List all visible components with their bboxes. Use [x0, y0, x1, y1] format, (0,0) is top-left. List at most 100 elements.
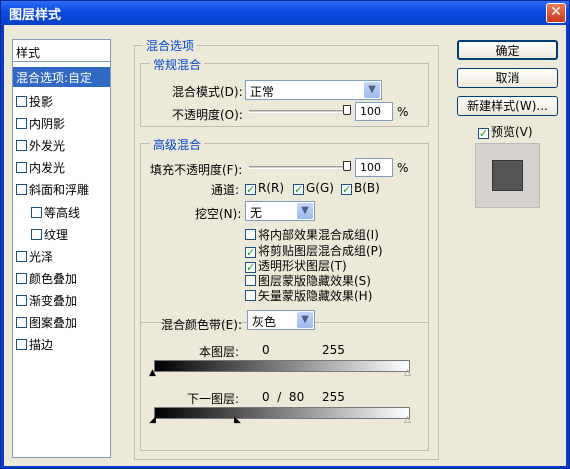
blend-if-value: 灰色 — [252, 315, 277, 329]
checkbox-icon[interactable] — [16, 251, 27, 262]
fill-opacity-slider-thumb[interactable] — [343, 161, 351, 171]
list-item-label: 混合选项:自定 — [16, 71, 93, 85]
advanced-option[interactable]: 将内部效果混合成组(I) — [245, 226, 379, 243]
list-item-label: 外发光 — [29, 139, 66, 153]
chevron-down-icon[interactable]: ▼ — [297, 312, 313, 328]
opacity-label: 不透明度(O): — [172, 108, 243, 122]
list-item[interactable]: 内阴影 — [13, 113, 110, 133]
checkbox-icon[interactable] — [31, 229, 42, 240]
dialog-body: 样式 混合选项:自定投影内阴影外发光内发光斜面和浮雕等高线纹理光泽颜色叠加渐变叠… — [4, 25, 566, 466]
checkbox-icon[interactable] — [16, 184, 27, 195]
fill-opacity-label: 填充不透明度(F): — [150, 163, 243, 177]
checkbox-icon[interactable]: ✓ — [293, 184, 304, 195]
chevron-down-icon[interactable]: ▼ — [297, 203, 313, 219]
checkbox-icon[interactable]: ✓ — [245, 184, 256, 195]
this-layer-high: 255 — [322, 343, 345, 357]
channel-g[interactable]: ✓ G(G) — [293, 181, 334, 195]
ok-button[interactable]: 确定 — [457, 40, 558, 60]
preview-thumbnail — [475, 143, 540, 208]
this-layer-black-thumb[interactable]: ▲ — [149, 368, 156, 378]
preview-label: 预览(V) — [491, 125, 533, 139]
cancel-button[interactable]: 取消 — [457, 68, 558, 88]
list-item-label: 内阴影 — [29, 117, 66, 131]
channel-g-label: G(G) — [306, 181, 334, 195]
list-item[interactable]: 混合选项:自定 — [13, 67, 110, 87]
opacity-slider-thumb[interactable] — [343, 105, 351, 115]
close-button[interactable]: ✕ — [546, 3, 566, 23]
checkbox-icon[interactable] — [31, 207, 42, 218]
list-item[interactable]: 外发光 — [13, 135, 110, 155]
list-item[interactable]: 图案叠加 — [13, 312, 110, 332]
blend-mode-value: 正常 — [250, 85, 275, 99]
list-item[interactable]: 内发光 — [13, 157, 110, 177]
styles-list-header[interactable]: 样式 — [13, 40, 110, 62]
advanced-option-label: 透明形状图层(T) — [258, 259, 347, 273]
checkbox-icon[interactable] — [16, 118, 27, 129]
checkbox-icon[interactable] — [245, 275, 256, 286]
blend-mode-label: 混合模式(D): — [172, 85, 243, 99]
styles-list: 样式 混合选项:自定投影内阴影外发光内发光斜面和浮雕等高线纹理光泽颜色叠加渐变叠… — [12, 39, 111, 458]
list-item[interactable]: 颜色叠加 — [13, 268, 110, 288]
advanced-option-label: 图层蒙版隐藏效果(S) — [258, 274, 371, 288]
advanced-option-label: 将剪贴图层混合成组(P) — [258, 244, 383, 258]
checkbox-icon[interactable] — [16, 96, 27, 107]
preview-checkbox[interactable]: ✓ 预览(V) — [478, 123, 533, 140]
advanced-blending-title: 高级混合 — [150, 136, 205, 153]
checkbox-icon[interactable]: ✓ — [341, 184, 352, 195]
advanced-option-label: 将内部效果混合成组(I) — [258, 228, 379, 242]
list-item[interactable]: 渐变叠加 — [13, 290, 110, 310]
list-item-label: 光泽 — [29, 250, 54, 264]
underlying-white-thumb[interactable]: △ — [404, 415, 411, 425]
list-item[interactable]: 投影 — [13, 91, 110, 111]
checkbox-icon[interactable] — [16, 162, 27, 173]
underlying-layer-gradient[interactable] — [154, 407, 410, 419]
knockout-value: 无 — [250, 206, 263, 220]
list-item-label: 颜色叠加 — [29, 272, 78, 286]
channel-r[interactable]: ✓ R(R) — [245, 181, 284, 195]
fill-opacity-slider[interactable] — [249, 166, 351, 169]
channel-b[interactable]: ✓ B(B) — [341, 181, 380, 195]
list-item-label: 等高线 — [44, 206, 81, 220]
close-icon[interactable]: ✕ — [550, 4, 562, 20]
this-layer-gradient[interactable] — [154, 360, 410, 372]
checkbox-icon[interactable] — [16, 339, 27, 350]
blend-if-select[interactable]: 灰色 ▼ — [247, 310, 315, 330]
channel-b-label: B(B) — [354, 181, 380, 195]
underlying-layer-label: 下一图层: — [187, 392, 240, 406]
advanced-option[interactable]: 矢量蒙版隐藏效果(H) — [245, 287, 372, 304]
general-blending-title: 常规混合 — [150, 56, 205, 73]
fill-opacity-unit: % — [397, 161, 409, 175]
this-layer-white-thumb[interactable]: △ — [404, 368, 411, 378]
advanced-option-label: 矢量蒙版隐藏效果(H) — [258, 289, 373, 303]
underlying-black-thumb-right[interactable]: ◣ — [234, 415, 241, 425]
opacity-slider[interactable] — [249, 110, 351, 113]
list-item[interactable]: 等高线 — [13, 202, 110, 222]
checkbox-icon[interactable] — [16, 317, 27, 328]
checkbox-icon[interactable]: ✓ — [478, 128, 489, 139]
this-layer-low: 0 — [262, 343, 270, 357]
fill-opacity-input[interactable]: 100 — [355, 158, 393, 177]
blend-mode-select[interactable]: 正常 ▼ — [245, 80, 382, 100]
new-style-button[interactable]: 新建样式(W)... — [457, 96, 558, 116]
blend-options-title: 混合选项 — [143, 37, 198, 54]
opacity-unit: % — [397, 105, 409, 119]
list-item[interactable]: 光泽 — [13, 246, 110, 266]
opacity-input[interactable]: 100 — [355, 102, 393, 121]
list-item-label: 纹理 — [44, 228, 69, 242]
checkbox-icon[interactable] — [245, 229, 256, 240]
checkbox-icon[interactable] — [245, 290, 256, 301]
checkbox-icon[interactable] — [16, 273, 27, 284]
checkbox-icon[interactable] — [16, 295, 27, 306]
checkbox-icon[interactable] — [16, 140, 27, 151]
list-item[interactable]: 斜面和浮雕 — [13, 179, 110, 199]
preview-swatch — [492, 160, 523, 191]
list-item-label: 内发光 — [29, 161, 66, 175]
list-item[interactable]: 纹理 — [13, 224, 110, 244]
list-item[interactable]: 描边 — [13, 334, 110, 354]
blend-if-group — [140, 321, 429, 451]
title-bar[interactable]: 图层样式 ✕ — [1, 1, 569, 25]
knockout-select[interactable]: 无 ▼ — [245, 201, 315, 221]
underlying-black-thumb-left[interactable]: ◢ — [149, 415, 156, 425]
chevron-down-icon[interactable]: ▼ — [364, 82, 380, 98]
knockout-label: 挖空(N): — [195, 207, 242, 221]
